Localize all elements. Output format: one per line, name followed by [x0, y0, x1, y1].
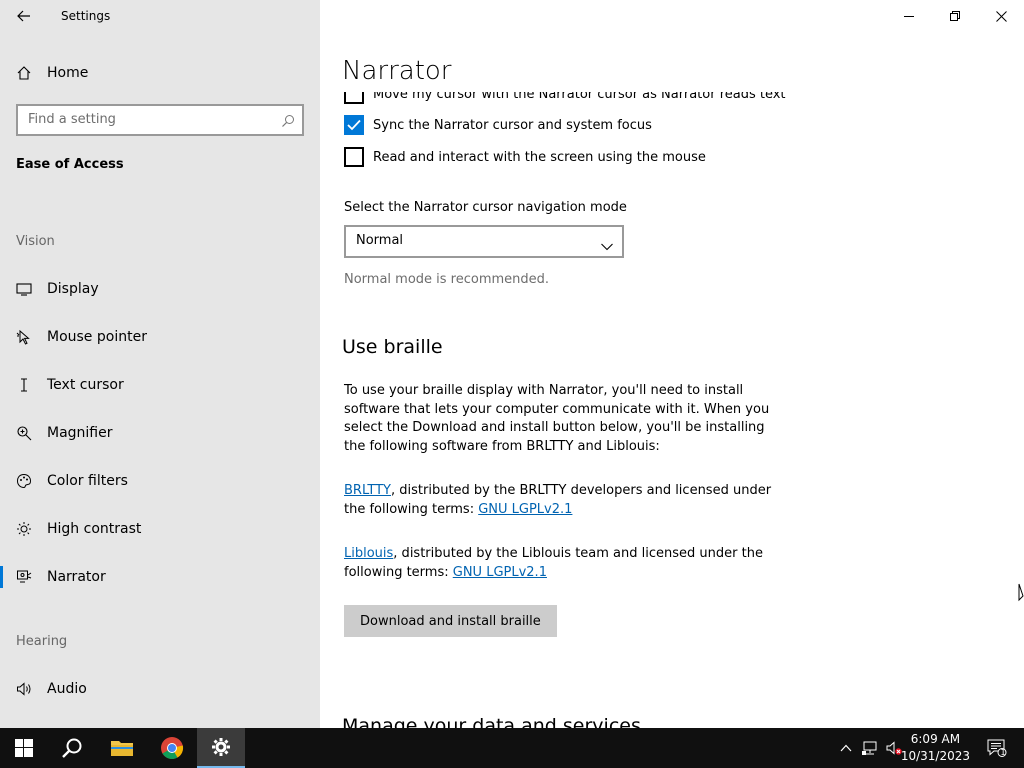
checkmark-icon [347, 119, 361, 131]
download-braille-button[interactable]: Download and install braille [344, 605, 557, 637]
sidebar-item-label: Audio [47, 681, 87, 697]
notification-count: 1 [1000, 748, 1006, 757]
brltty-link[interactable]: BRLTTY [344, 483, 391, 498]
restore-button[interactable] [932, 0, 978, 32]
sidebar-item-label: Narrator [47, 569, 106, 585]
sidebar-item-label: Text cursor [47, 377, 124, 393]
section-title: Ease of Access [16, 157, 124, 172]
manage-data-heading: Manage your data and services [342, 715, 641, 728]
search-input[interactable]: Find a setting [28, 112, 116, 127]
narrator-icon [16, 569, 32, 585]
checkbox-label: Move my cursor with the Narrator cursor … [373, 92, 786, 102]
volume-muted-icon[interactable] [886, 740, 902, 756]
group-header-hearing: Hearing [16, 634, 68, 649]
mouse-pointer-icon [16, 329, 32, 345]
system-tray: 6:09 AM 10/31/2023 1 [824, 728, 1024, 768]
restore-icon [950, 11, 960, 21]
chrome-icon [161, 737, 184, 759]
group-header-vision: Vision [16, 234, 55, 249]
mouse-cursor-icon [1018, 583, 1024, 602]
checkbox[interactable] [344, 92, 364, 104]
sidebar-item-label: High contrast [47, 521, 142, 537]
brltty-info: BRLTTY, distributed by the BRLTTY develo… [344, 482, 784, 519]
search-icon [62, 738, 82, 758]
magnifier-icon [16, 425, 32, 441]
chevron-down-icon [601, 236, 613, 255]
file-explorer-button[interactable] [98, 728, 146, 768]
network-icon[interactable] [862, 740, 878, 756]
clock-time: 6:09 AM [910, 732, 961, 746]
sidebar-item-label: Display [47, 281, 99, 297]
sidebar-item-label: Color filters [47, 473, 128, 489]
search-taskbar-button[interactable] [48, 728, 96, 768]
braille-heading: Use braille [342, 336, 443, 358]
liblouis-link[interactable]: Liblouis [344, 546, 393, 561]
main-content: Narrator Move my cursor with the Narrato… [320, 0, 1024, 728]
braille-intro: To use your braille display with Narrato… [344, 383, 770, 454]
checkbox-read-mouse[interactable]: Read and interact with the screen using … [344, 146, 706, 168]
sidebar: Settings Home Find a setting Ease of Acc… [0, 0, 320, 728]
sidebar-item-home[interactable]: Home [0, 56, 320, 90]
color-filters-icon [16, 473, 32, 489]
title-bar: Settings [0, 0, 320, 32]
search-icon[interactable] [281, 113, 295, 127]
sidebar-item-mouse-pointer[interactable]: Mouse pointer [0, 317, 320, 357]
close-button[interactable] [978, 0, 1024, 32]
high-contrast-icon [16, 521, 32, 537]
nav-mode-hint: Normal mode is recommended. [344, 272, 550, 287]
checkbox-move-cursor[interactable]: Move my cursor with the Narrator cursor … [344, 92, 786, 105]
monitor-icon [16, 281, 32, 297]
clock-date: 10/31/2023 [900, 749, 970, 763]
search-box[interactable]: Find a setting [16, 104, 304, 136]
sidebar-item-narrator[interactable]: Narrator [0, 557, 320, 597]
settings-taskbar-button[interactable] [197, 728, 245, 768]
liblouis-text: , distributed by the Liblouis team and l… [344, 546, 763, 580]
nav-mode-dropdown[interactable]: Normal [344, 225, 624, 258]
checkbox-sync-cursor[interactable]: Sync the Narrator cursor and system focu… [344, 114, 652, 136]
taskbar: 6:09 AM 10/31/2023 1 [0, 728, 1024, 768]
checkbox-label: Sync the Narrator cursor and system focu… [373, 117, 652, 133]
speaker-icon [16, 681, 32, 697]
minimize-button[interactable] [886, 0, 932, 32]
sidebar-item-text-cursor[interactable]: Text cursor [0, 365, 320, 405]
gear-icon [212, 738, 230, 756]
checkbox[interactable] [344, 115, 364, 135]
sidebar-item-label: Magnifier [47, 425, 113, 441]
back-arrow-icon [17, 10, 30, 22]
app-title: Settings [61, 9, 111, 23]
chrome-button[interactable] [148, 728, 196, 768]
sidebar-item-label: Mouse pointer [47, 329, 147, 345]
page-title: Narrator [342, 56, 452, 86]
folder-icon [111, 741, 133, 756]
home-label: Home [47, 65, 89, 81]
liblouis-license-link[interactable]: GNU LGPLv2.1 [453, 565, 547, 580]
back-button[interactable] [10, 4, 38, 28]
brltty-license-link[interactable]: GNU LGPLv2.1 [478, 502, 572, 517]
windows-logo-icon [15, 739, 33, 757]
selection-indicator [0, 566, 3, 588]
checkbox[interactable] [344, 147, 364, 167]
minimize-icon [904, 16, 914, 17]
nav-mode-label: Select the Narrator cursor navigation mo… [344, 200, 627, 215]
chevron-up-icon[interactable] [838, 740, 854, 756]
sidebar-item-display[interactable]: Display [0, 269, 320, 309]
sidebar-item-magnifier[interactable]: Magnifier [0, 413, 320, 453]
sidebar-item-high-contrast[interactable]: High contrast [0, 509, 320, 549]
text-cursor-icon [16, 377, 32, 393]
close-icon [995, 10, 1007, 22]
liblouis-info: Liblouis, distributed by the Liblouis te… [344, 545, 784, 582]
settings-scroll-area[interactable]: Move my cursor with the Narrator cursor … [320, 92, 1024, 728]
checkbox-label: Read and interact with the screen using … [373, 149, 706, 165]
sidebar-item-color-filters[interactable]: Color filters [0, 461, 320, 501]
sidebar-item-audio[interactable]: Audio [0, 669, 320, 709]
window-controls [886, 0, 1024, 32]
home-icon [16, 65, 32, 81]
start-button[interactable] [0, 728, 48, 768]
clock[interactable]: 6:09 AM 10/31/2023 [901, 731, 970, 765]
dropdown-value: Normal [356, 233, 404, 248]
